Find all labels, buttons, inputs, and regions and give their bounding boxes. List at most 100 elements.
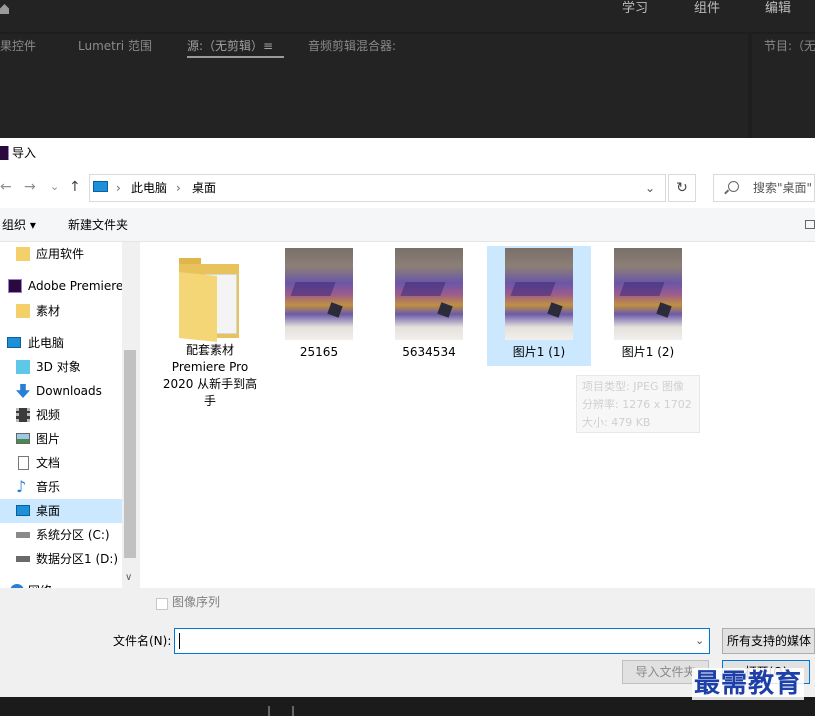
nav-item-label: 3D 对象 <box>36 360 81 374</box>
tab-source-label: 源:（无剪辑） <box>187 39 264 53</box>
text-caret <box>179 633 180 649</box>
refresh-button[interactable]: ↻ <box>668 174 696 202</box>
dialog-title: 导入 <box>12 146 37 160</box>
file-list: 配套素材 Premiere Pro 2020 从新手到高手 25165 5634… <box>140 242 815 588</box>
nav-item-apps[interactable]: 应用软件 <box>0 242 122 266</box>
music-icon: ♪ <box>16 477 27 496</box>
file-type-select[interactable]: 所有支持的媒体 <box>722 628 815 654</box>
command-bar: 组织 ▾ 新建文件夹 <box>0 208 815 242</box>
tab-program[interactable]: 节目:（无 <box>764 38 815 54</box>
nav-item-label: Adobe Premiere <box>28 279 124 293</box>
new-folder-button[interactable]: 新建文件夹 <box>68 217 128 233</box>
tab-lumetri-scopes[interactable]: Lumetri 范围 <box>78 38 152 54</box>
breadcrumb-separator[interactable]: › <box>176 180 181 196</box>
import-dialog: 导入 ← → ⌄ ↑ › 此电脑 › 桌面 ⌄ ↻ 搜索"桌面" 组织 ▾ 新建… <box>0 138 815 697</box>
back-arrow-icon[interactable]: ← <box>0 179 12 195</box>
nav-pane-scrollbar[interactable]: ∨ <box>122 242 138 588</box>
dialog-titlebar: 导入 <box>0 138 815 168</box>
picture-icon <box>16 433 30 444</box>
panel-menu-icon[interactable]: ≡ <box>263 39 273 53</box>
image-thumbnail <box>285 248 353 340</box>
nav-item-label: 此电脑 <box>28 336 65 350</box>
search-icon <box>728 181 739 192</box>
network-icon <box>10 584 24 588</box>
tab-effect-controls[interactable]: 果控件 <box>0 38 36 54</box>
nav-item-drive-c[interactable]: 系统分区 (C:) <box>0 523 122 547</box>
tooltip-resolution: 分辨率: 1276 x 1702 <box>582 398 692 411</box>
nav-item-adobe-premiere[interactable]: Adobe Premiere <box>0 274 124 298</box>
navigation-pane: 应用软件 Adobe Premiere 素材 此电脑 3D 对象 Downloa… <box>0 242 138 588</box>
chevron-down-icon[interactable]: ⌄ <box>645 181 655 195</box>
recent-locations-icon[interactable]: ⌄ <box>50 179 59 195</box>
drive-icon <box>16 532 30 538</box>
download-icon <box>16 384 30 398</box>
filename-label: 文件名(N): <box>113 634 172 648</box>
organize-menu[interactable]: 组织 ▾ <box>2 217 36 233</box>
nav-item-drive-d[interactable]: 数据分区1 (D:) <box>0 547 122 571</box>
search-input[interactable]: 搜索"桌面" <box>713 174 815 202</box>
file-item-image[interactable]: 图片1 (2) <box>596 248 700 361</box>
nav-item-downloads[interactable]: Downloads <box>0 379 122 403</box>
nav-item-this-pc[interactable]: 此电脑 <box>0 331 122 355</box>
nav-item-music[interactable]: ♪ 音乐 <box>0 475 122 499</box>
file-item-folder[interactable]: 配套素材 Premiere Pro 2020 从新手到高手 <box>158 252 262 410</box>
image-sequence-checkbox[interactable] <box>156 598 168 610</box>
nav-item-label: Downloads <box>36 384 102 398</box>
home-icon[interactable] <box>0 4 9 14</box>
forward-arrow-icon[interactable]: → <box>24 179 36 195</box>
file-name: 图片1 (2) <box>621 345 675 359</box>
premiere-icon <box>8 279 22 293</box>
file-item-image-selected[interactable]: 图片1 (1) <box>487 246 591 366</box>
nav-item-network[interactable]: 网络 <box>0 579 122 588</box>
scroll-down-icon[interactable]: ∨ <box>125 572 132 584</box>
nav-item-materials[interactable]: 素材 <box>0 299 122 323</box>
folder-icon <box>16 247 30 261</box>
image-thumbnail <box>395 248 463 340</box>
nav-item-label: 文档 <box>36 456 61 470</box>
nav-item-documents[interactable]: 文档 <box>0 451 122 475</box>
image-thumbnail <box>614 248 682 340</box>
tab-audio-clip-mixer[interactable]: 音频剪辑混合器: <box>308 38 396 54</box>
chevron-down-icon[interactable]: ⌄ <box>695 634 704 648</box>
nav-item-label: 音乐 <box>36 480 61 494</box>
tab-source[interactable]: 源:（无剪辑）≡ <box>187 38 284 58</box>
breadcrumb-this-pc[interactable]: 此电脑 <box>131 180 167 196</box>
workspace-assembly[interactable]: 组件 <box>694 0 720 18</box>
nav-item-videos[interactable]: 视频 <box>0 403 122 427</box>
folder-icon <box>16 304 30 318</box>
file-item-image[interactable]: 5634534 <box>377 248 481 361</box>
scrollbar-thumb[interactable] <box>124 350 136 558</box>
cube-icon <box>16 360 30 374</box>
address-bar[interactable]: › 此电脑 › 桌面 ⌄ <box>89 174 666 202</box>
nav-item-desktop[interactable]: 桌面 <box>0 499 122 523</box>
nav-item-pictures[interactable]: 图片 <box>0 427 122 451</box>
audio-meter-icon <box>268 706 294 716</box>
workspace-learn[interactable]: 学习 <box>622 0 648 18</box>
filename-input[interactable] <box>174 628 710 654</box>
computer-icon <box>7 337 21 348</box>
breadcrumb-desktop[interactable]: 桌面 <box>192 180 216 196</box>
image-sequence-label: 图像序列 <box>172 595 221 609</box>
premiere-header: 学习 组件 编辑 <box>0 0 815 32</box>
tooltip-size: 大小: 479 KB <box>582 416 651 429</box>
premiere-app-icon <box>0 146 9 160</box>
workspace-editing[interactable]: 编辑 <box>765 0 791 18</box>
nav-item-label: 桌面 <box>36 504 61 518</box>
nav-item-label: 数据分区1 (D:) <box>36 552 119 566</box>
file-item-image[interactable]: 25165 <box>267 248 371 361</box>
file-name: 25165 <box>299 345 339 359</box>
nav-item-label: 系统分区 (C:) <box>36 528 110 542</box>
breadcrumb-separator[interactable]: › <box>116 180 121 196</box>
watermark-logo: 最需教育 <box>692 668 805 700</box>
up-arrow-icon[interactable]: ↑ <box>69 179 81 195</box>
nav-item-label: 素材 <box>36 304 61 318</box>
tooltip-type: 项目类型: JPEG 图像 <box>582 380 685 393</box>
video-icon <box>16 408 30 422</box>
nav-item-label: 视频 <box>36 408 61 422</box>
document-icon <box>18 456 29 470</box>
file-name: 5634534 <box>402 345 456 359</box>
nav-item-3d-objects[interactable]: 3D 对象 <box>0 355 122 379</box>
file-name: 配套素材 Premiere Pro 2020 从新手到高手 <box>162 343 258 408</box>
image-thumbnail <box>505 248 573 340</box>
view-options-icon[interactable] <box>805 220 815 229</box>
